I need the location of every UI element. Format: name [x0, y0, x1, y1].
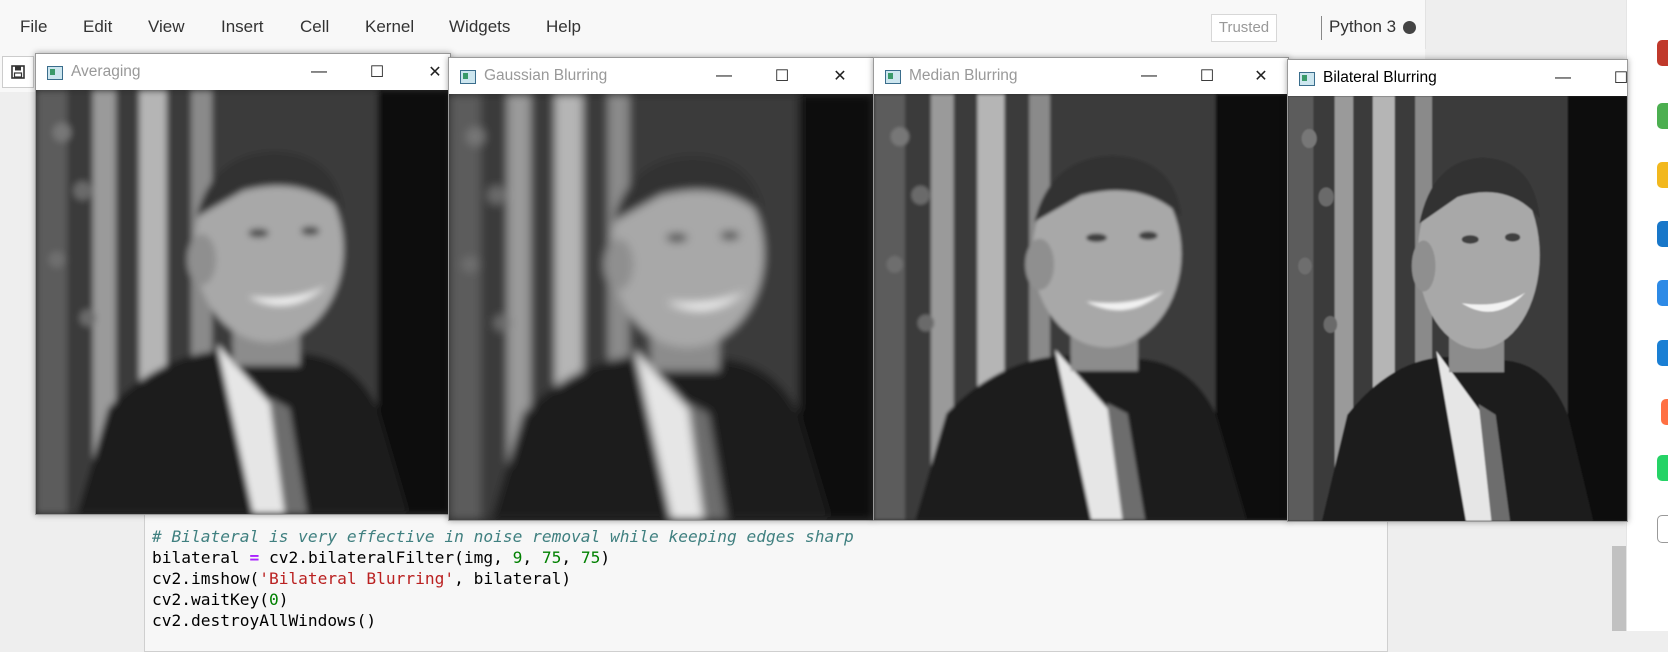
- gaussian-window[interactable]: Gaussian Blurring — ☐ ✕: [448, 57, 874, 521]
- code-line-2: bilateral = cv2.bilateralFilter(img, 9, …: [152, 548, 611, 567]
- window-title: Averaging: [71, 63, 141, 80]
- menu-file[interactable]: File: [20, 17, 47, 37]
- code-line-1: # Bilateral is very effective in noise r…: [152, 527, 854, 546]
- mail-app-icon[interactable]: [1657, 221, 1668, 247]
- scrollbar-thumb[interactable]: [1612, 546, 1626, 631]
- menu-edit[interactable]: Edit: [83, 17, 112, 37]
- menu-view[interactable]: View: [148, 17, 185, 37]
- kernel-status-icon: [1403, 21, 1416, 34]
- minimize-button[interactable]: —: [1535, 60, 1591, 96]
- menu-insert[interactable]: Insert: [221, 17, 264, 37]
- maximize-button[interactable]: ☐: [754, 58, 810, 94]
- median-window[interactable]: Median Blurring — ☐ ✕: [873, 57, 1289, 521]
- window-title: Bilateral Blurring: [1323, 69, 1437, 86]
- close-button[interactable]: ✕: [407, 54, 450, 90]
- portrait-photo: [874, 94, 1288, 520]
- tools-app-icon[interactable]: [1661, 399, 1668, 425]
- code-line-3: cv2.imshow('Bilateral Blurring', bilater…: [152, 569, 572, 588]
- people-app-icon[interactable]: [1657, 280, 1668, 306]
- window-title: Gaussian Blurring: [484, 67, 608, 84]
- minimize-button[interactable]: —: [291, 54, 347, 90]
- gaussian-titlebar[interactable]: Gaussian Blurring — ☐ ✕: [449, 58, 873, 94]
- menubar: File Edit View Insert Cell Kernel Widget…: [0, 0, 1426, 49]
- menu-help[interactable]: Help: [546, 17, 581, 37]
- bilateral-image: [1288, 96, 1627, 521]
- trusted-indicator[interactable]: Trusted: [1211, 14, 1277, 42]
- maximize-button[interactable]: ☐: [1179, 58, 1235, 94]
- gaussian-image: [449, 94, 873, 520]
- bilateral-window[interactable]: Bilateral Blurring — ☐: [1287, 59, 1628, 522]
- app-dock-strip: [1626, 0, 1668, 631]
- image-window-icon: [460, 70, 476, 84]
- portrait-photo: [449, 94, 873, 520]
- image-window-icon: [1299, 72, 1315, 86]
- minimize-button[interactable]: —: [1121, 58, 1177, 94]
- menu-widgets[interactable]: Widgets: [449, 17, 510, 37]
- menu-cell[interactable]: Cell: [300, 17, 329, 37]
- vscode-app-icon[interactable]: [1657, 340, 1668, 366]
- bilateral-titlebar[interactable]: Bilateral Blurring — ☐: [1288, 60, 1627, 96]
- kernel-name[interactable]: Python 3: [1329, 17, 1396, 37]
- chrome-app-icon[interactable]: [1657, 103, 1668, 129]
- median-image: [874, 94, 1288, 520]
- maximize-button[interactable]: ☐: [1593, 60, 1627, 96]
- menu-kernel[interactable]: Kernel: [365, 17, 414, 37]
- save-button[interactable]: [2, 56, 34, 88]
- code-editor[interactable]: # Bilateral is very effective in noise r…: [152, 526, 854, 631]
- minimize-button[interactable]: —: [696, 58, 752, 94]
- code-line-4: cv2.waitKey(0): [152, 590, 289, 609]
- square-app-icon[interactable]: [1657, 515, 1668, 543]
- maximize-button[interactable]: ☐: [349, 54, 405, 90]
- portrait-photo: [36, 90, 450, 514]
- folder-app-icon[interactable]: [1657, 162, 1668, 188]
- window-title: Median Blurring: [909, 67, 1018, 84]
- image-window-icon: [47, 66, 63, 80]
- median-titlebar[interactable]: Median Blurring — ☐ ✕: [874, 58, 1288, 94]
- close-button[interactable]: ✕: [1233, 58, 1288, 94]
- close-button[interactable]: ✕: [812, 58, 868, 94]
- code-line-5: cv2.destroyAllWindows(): [152, 611, 377, 630]
- kernel-separator: [1321, 16, 1322, 40]
- image-window-icon: [885, 70, 901, 84]
- whatsapp-app-icon[interactable]: [1657, 455, 1668, 481]
- floppy-disk-icon: [11, 65, 25, 79]
- averaging-window[interactable]: Averaging — ☐ ✕: [35, 53, 451, 515]
- bag-app-icon[interactable]: [1657, 40, 1668, 66]
- averaging-titlebar[interactable]: Averaging — ☐ ✕: [36, 54, 450, 90]
- averaging-image: [36, 90, 450, 514]
- portrait-photo: [1288, 96, 1627, 521]
